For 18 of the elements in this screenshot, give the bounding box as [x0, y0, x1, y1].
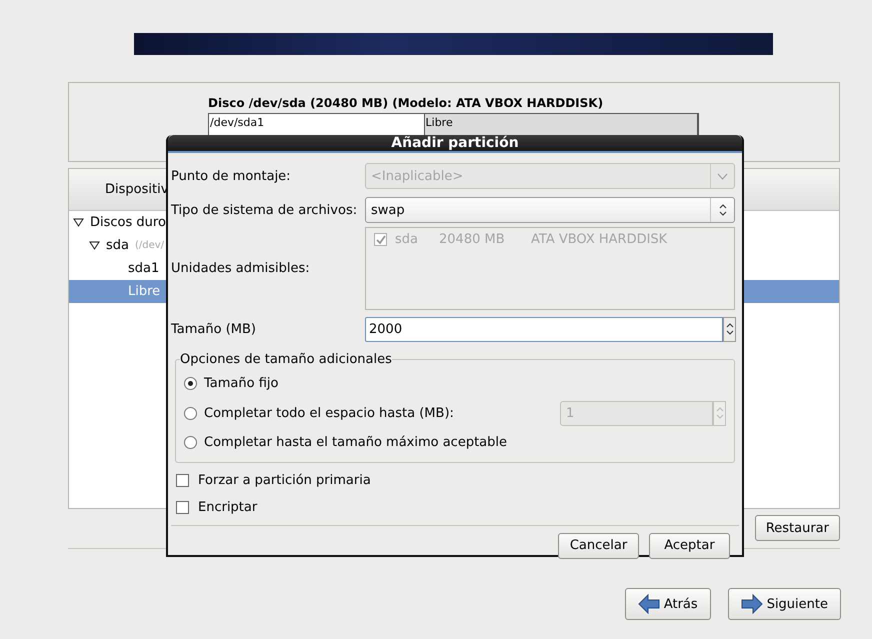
tree-label: Discos duro: [90, 215, 166, 230]
group-legend: Opciones de tamaño adicionales: [180, 352, 392, 367]
tree-label: Libre: [128, 284, 160, 299]
option-label: Tamaño fijo: [204, 376, 280, 392]
option-label: Completar hasta el tamaño máximo aceptable: [204, 435, 508, 450]
field-label: Tipo de sistema de archivos:: [171, 202, 358, 218]
checkbox-label: Encriptar: [198, 500, 258, 514]
field-label: Punto de montaje:: [171, 168, 292, 184]
segment-name: /dev/sda1: [210, 117, 266, 129]
dialog-title: Añadir partición: [168, 135, 742, 153]
option-label: Completar todo el espacio hasta (MB):: [204, 406, 455, 421]
checkbox-label: Forzar a partición primaria: [198, 472, 371, 488]
device-path: (/dev/: [135, 240, 164, 251]
tree-label: sda: [106, 238, 129, 253]
disk-title: Disco /dev/sda (20480 MB) (Modelo: ATA VBOX HARDDISK): [208, 96, 604, 110]
field-label: Unidades admisibles:: [171, 261, 311, 276]
segment-name: Libre: [426, 117, 454, 129]
field-label: Tamaño (MB): [171, 322, 257, 336]
